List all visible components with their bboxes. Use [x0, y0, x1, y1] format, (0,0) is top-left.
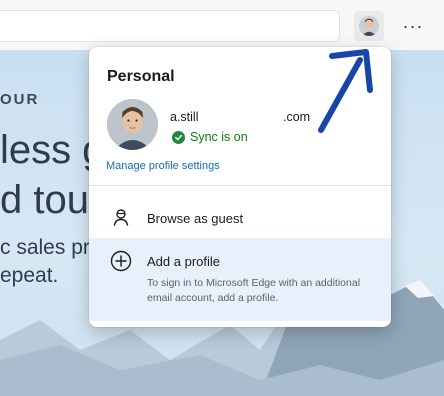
add-profile-description: To sign in to Microsoft Edge with an add… — [147, 277, 361, 304]
page-eyebrow: OUR — [0, 91, 40, 108]
profile-flyout: Personal a.still .com Sync is on Manage … — [89, 47, 391, 327]
profile-avatar — [107, 99, 158, 150]
profile-email-domain: .com — [283, 110, 311, 124]
browser-toolbar: ··· — [0, 0, 444, 50]
profile-email-user: a.still — [170, 110, 199, 124]
sync-status-text: Sync is on — [190, 130, 248, 144]
sync-status: Sync is on — [172, 130, 248, 144]
ellipsis-icon: ··· — [402, 15, 424, 36]
profile-avatar-small — [359, 16, 379, 36]
add-profile-button[interactable]: Add a profile To sign in to Microsoft Ed… — [89, 238, 391, 321]
browse-as-guest-label: Browse as guest — [147, 211, 244, 226]
divider — [89, 185, 391, 186]
profile-title: Personal — [107, 68, 175, 85]
plus-circle-icon — [109, 249, 133, 273]
add-profile-label: Add a profile — [147, 254, 220, 269]
browser-window: OUR less g d tour c sales pro epeat. ···… — [0, 0, 444, 396]
address-bar[interactable] — [0, 10, 340, 42]
profile-button[interactable] — [354, 11, 384, 41]
guest-person-icon — [109, 205, 133, 229]
page-headline-line-2: d tour — [0, 178, 103, 222]
more-options-button[interactable]: ··· — [398, 11, 428, 41]
manage-profile-settings-link[interactable]: Manage profile settings — [106, 160, 220, 172]
check-circle-icon — [172, 130, 185, 144]
browse-as-guest-button[interactable]: Browse as guest — [89, 198, 391, 236]
